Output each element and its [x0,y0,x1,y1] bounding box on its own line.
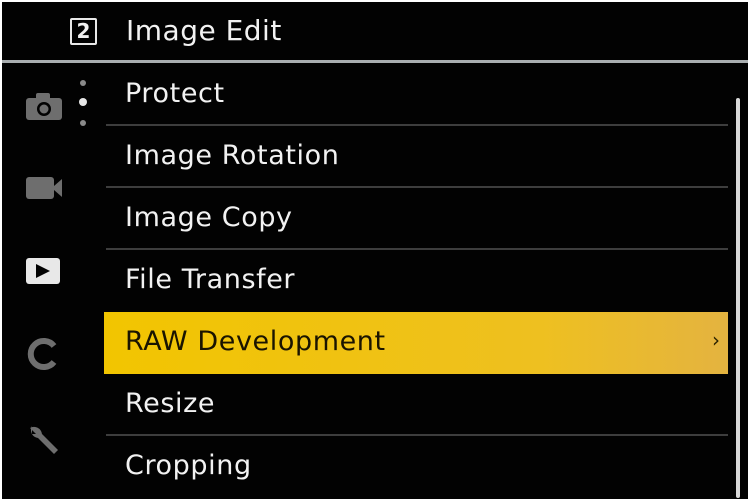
menu-item-label: Cropping [125,450,252,481]
sidebar [2,64,102,499]
page-number-badge: 2 [70,18,97,45]
menu-item-label: File Transfer [125,264,296,295]
scrollbar[interactable] [736,98,740,498]
menu-list: Protect Image Rotation Image Copy File T… [102,64,728,499]
wrench-icon[interactable] [24,420,62,462]
menu-item-label: RAW Development [125,326,386,357]
camera-icon[interactable] [24,90,64,126]
submenu-page-indicator [78,80,90,130]
menu-item-image-copy[interactable]: Image Copy [104,188,728,250]
menu-item-label: Protect [125,78,225,109]
menu-item-label: Image Copy [125,202,293,233]
header-divider [2,60,748,63]
video-icon[interactable] [24,174,64,206]
chevron-right-icon: › [712,328,720,352]
menu-item-label: Resize [125,388,216,419]
menu-item-protect[interactable]: Protect [104,64,728,126]
playback-icon[interactable] [24,256,62,290]
menu-item-image-rotation[interactable]: Image Rotation [104,126,728,188]
menu-item-cropping[interactable]: Cropping [104,436,728,498]
custom-mode-icon[interactable] [26,336,62,376]
menu-item-label: Image Rotation [125,140,340,171]
page-title: Image Edit [126,14,282,47]
menu-header: 2 Image Edit [2,2,748,59]
menu-item-file-transfer[interactable]: File Transfer [104,250,728,312]
menu-item-raw-development[interactable]: RAW Development › [104,312,728,374]
menu-item-resize[interactable]: Resize [104,374,728,436]
camera-menu-screen: 2 Image Edit Protect Image Rotation Imag… [2,2,748,499]
